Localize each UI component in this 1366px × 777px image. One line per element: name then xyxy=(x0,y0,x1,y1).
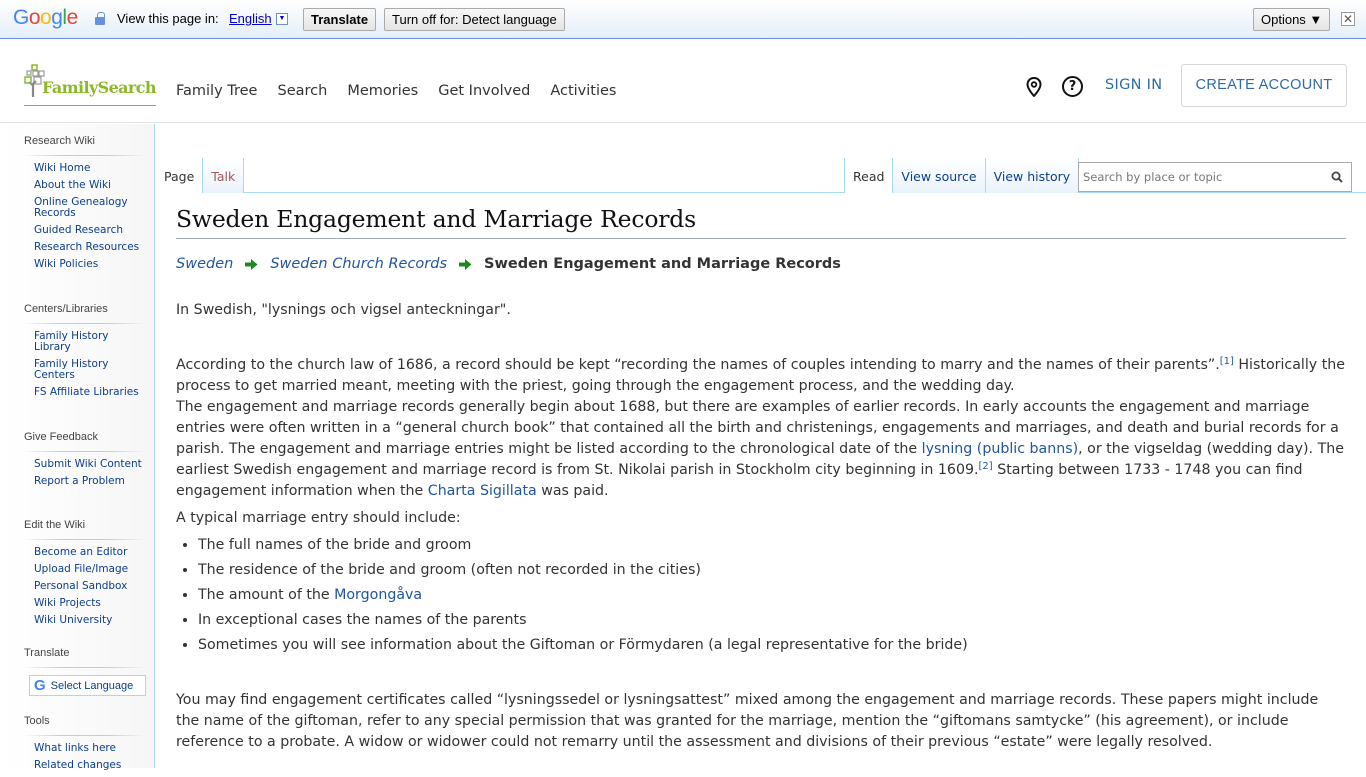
google-g-icon: G xyxy=(34,677,46,694)
list-item: In exceptional cases the names of the pa… xyxy=(198,610,1346,631)
google-logo: Google xyxy=(13,6,78,29)
help-icon[interactable]: ? xyxy=(1062,76,1083,97)
paragraph-certificates: You may find engagement certificates cal… xyxy=(176,692,1319,750)
arrow-right-icon xyxy=(459,258,472,270)
sidebar-item-wiki-policies[interactable]: Wiki Policies xyxy=(34,259,144,270)
sidebar-item-about-wiki[interactable]: About the Wiki xyxy=(34,180,144,191)
sidebar-section-research-wiki: Research Wiki Wiki Home About the Wiki O… xyxy=(24,135,144,276)
search-input[interactable] xyxy=(1079,163,1319,191)
paragraph-church-law: According to the church law of 1686, a r… xyxy=(176,356,1345,500)
sidebar-section-edit: Edit the Wiki Become an Editor Upload Fi… xyxy=(24,519,144,632)
google-translate-bar: Google View this page in: English ▼ Tran… xyxy=(0,0,1366,39)
intro-paragraph: In Swedish, "lysnings och vigsel anteckn… xyxy=(176,302,511,318)
sidebar-item-submit-content[interactable]: Submit Wiki Content xyxy=(34,459,144,470)
search-icon[interactable] xyxy=(1331,171,1343,183)
tab-read[interactable]: Read xyxy=(845,158,894,193)
list-item: The full names of the bride and groom xyxy=(198,535,1346,556)
sidebar-heading: Research Wiki xyxy=(24,135,144,156)
list-intro: A typical marriage entry should include: xyxy=(176,510,461,526)
sidebar-item-wiki-home[interactable]: Wiki Home xyxy=(34,163,144,174)
main-nav: Family Tree Search Memories Get Involved… xyxy=(176,83,616,99)
tab-view-history[interactable]: View history xyxy=(985,158,1080,193)
language-dropdown-icon[interactable]: ▼ xyxy=(276,13,288,25)
language-link[interactable]: English xyxy=(229,11,272,26)
breadcrumb-church-records[interactable]: Sweden Church Records xyxy=(270,256,447,272)
page-tabs: Page Talk xyxy=(156,158,245,193)
nav-get-involved[interactable]: Get Involved xyxy=(438,83,530,99)
sidebar-item-become-editor[interactable]: Become an Editor xyxy=(34,547,144,558)
sidebar-item-research-resources[interactable]: Research Resources xyxy=(34,242,144,253)
options-button[interactable]: Options ▼ xyxy=(1253,8,1331,31)
nav-search[interactable]: Search xyxy=(277,83,327,99)
sidebar-heading: Centers/Libraries xyxy=(24,303,144,324)
sidebar-item-upload[interactable]: Upload File/Image xyxy=(34,564,144,575)
wiki-search xyxy=(1078,162,1352,192)
article-content: Sweden Engagement and Marriage Records S… xyxy=(176,205,1346,753)
sidebar: Research Wiki Wiki Home About the Wiki O… xyxy=(0,124,155,771)
nav-family-tree[interactable]: Family Tree xyxy=(176,83,257,99)
sidebar-item-affiliate-libraries[interactable]: FS Affiliate Libraries xyxy=(34,387,144,398)
sidebar-item-report-problem[interactable]: Report a Problem xyxy=(34,476,144,487)
nav-memories[interactable]: Memories xyxy=(347,83,418,99)
sidebar-heading: Translate xyxy=(24,647,144,668)
breadcrumb-current: Sweden Engagement and Marriage Records xyxy=(484,256,841,272)
list-item: The amount of the Morgongåva xyxy=(198,585,1346,606)
sidebar-section-centers: Centers/Libraries Family History Library… xyxy=(24,303,144,404)
tab-talk[interactable]: Talk xyxy=(203,158,245,193)
sidebar-heading: Edit the Wiki xyxy=(24,519,144,540)
reference-2[interactable]: [2] xyxy=(979,461,993,472)
sidebar-heading: Give Feedback xyxy=(24,431,144,452)
tab-view-source[interactable]: View source xyxy=(893,158,986,193)
link-morgongava[interactable]: Morgongåva xyxy=(334,587,422,603)
location-pin-icon[interactable] xyxy=(1026,77,1042,97)
sidebar-item-sandbox[interactable]: Personal Sandbox xyxy=(34,581,144,592)
view-tabs: Read View source View history xyxy=(844,158,1080,193)
sidebar-section-feedback: Give Feedback Submit Wiki Content Report… xyxy=(24,431,144,493)
link-lysning[interactable]: lysning (public banns) xyxy=(922,441,1079,457)
arrow-right-icon xyxy=(245,258,258,270)
nav-activities[interactable]: Activities xyxy=(550,83,616,99)
site-header: FamilySearch Family Tree Search Memories… xyxy=(0,40,1366,123)
select-language-label: Select Language xyxy=(50,679,134,692)
sidebar-item-online-records[interactable]: Online Genealogy Records xyxy=(34,197,144,219)
page-title: Sweden Engagement and Marriage Records xyxy=(176,205,1346,239)
select-language-dropdown[interactable]: G Select Language xyxy=(29,675,146,696)
sidebar-heading: Tools xyxy=(24,715,144,736)
sidebar-item-guided-research[interactable]: Guided Research xyxy=(34,225,144,236)
close-icon[interactable]: ✕ xyxy=(1341,12,1355,26)
marriage-entry-list: The full names of the bride and groom Th… xyxy=(176,535,1346,656)
sidebar-section-translate: Translate G Select Language xyxy=(24,647,146,696)
lock-icon xyxy=(95,12,105,25)
sidebar-item-wiki-university[interactable]: Wiki University xyxy=(34,615,144,626)
tab-page[interactable]: Page xyxy=(156,158,204,193)
create-account-button[interactable]: CREATE ACCOUNT xyxy=(1181,64,1347,107)
sidebar-item-related-changes[interactable]: Related changes xyxy=(34,760,144,771)
breadcrumb: Sweden Sweden Church Records Sweden Enga… xyxy=(176,256,1346,272)
sign-in-link[interactable]: SIGN IN xyxy=(1105,77,1162,93)
view-page-label: View this page in: xyxy=(117,11,219,26)
tabs-underline xyxy=(156,192,1366,193)
familysearch-logo[interactable]: FamilySearch xyxy=(24,64,157,106)
turn-off-button[interactable]: Turn off for: Detect language xyxy=(384,8,565,31)
list-item: The residence of the bride and groom (of… xyxy=(198,560,1346,581)
sidebar-item-what-links-here[interactable]: What links here xyxy=(34,743,144,754)
reference-1[interactable]: [1] xyxy=(1220,356,1234,367)
list-item: Sometimes you will see information about… xyxy=(198,635,1346,656)
sidebar-item-fh-centers[interactable]: Family History Centers xyxy=(34,359,144,381)
breadcrumb-sweden[interactable]: Sweden xyxy=(176,256,233,272)
logo-text: FamilySearch xyxy=(42,78,157,97)
sidebar-item-wiki-projects[interactable]: Wiki Projects xyxy=(34,598,144,609)
translate-button[interactable]: Translate xyxy=(303,8,377,31)
sidebar-item-fh-library[interactable]: Family History Library xyxy=(34,331,144,353)
link-charta-sigillata[interactable]: Charta Sigillata xyxy=(428,483,537,499)
